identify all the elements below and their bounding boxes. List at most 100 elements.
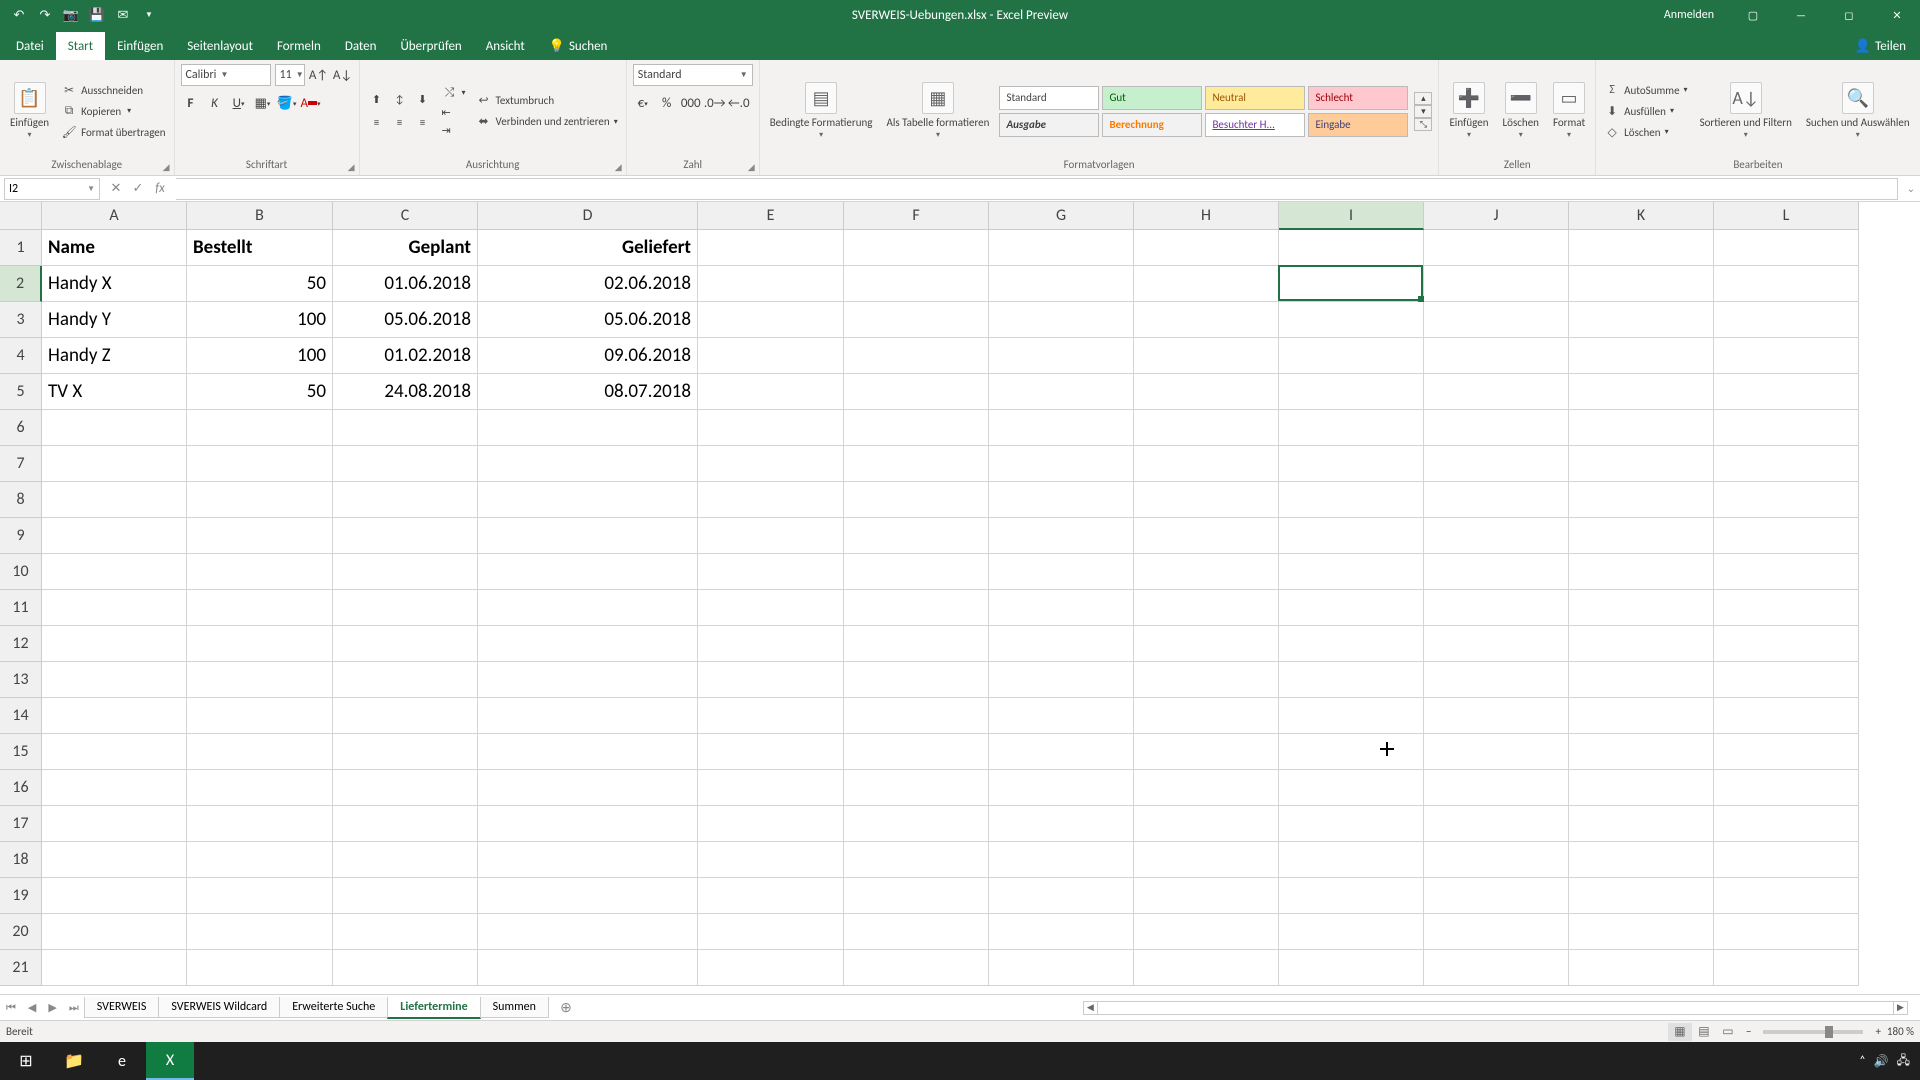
cell-E1[interactable] — [698, 230, 844, 266]
cell-L17[interactable] — [1714, 806, 1859, 842]
col-header-H[interactable]: H — [1134, 202, 1279, 230]
cell-A2[interactable]: Handy X — [42, 266, 187, 302]
cell-J20[interactable] — [1424, 914, 1569, 950]
cell-A1[interactable]: Name — [42, 230, 187, 266]
cell-F16[interactable] — [844, 770, 989, 806]
align-left-icon[interactable]: ≡ — [366, 112, 388, 134]
cell-D20[interactable] — [478, 914, 698, 950]
tab-nav-prev-icon[interactable]: ◀ — [22, 1001, 42, 1014]
cell-E12[interactable] — [698, 626, 844, 662]
font-size-dropdown[interactable]: 11▼ — [275, 64, 305, 86]
cell-G9[interactable] — [989, 518, 1134, 554]
tab-formeln[interactable]: Formeln — [265, 32, 333, 60]
cell-F5[interactable] — [844, 374, 989, 410]
cell-B10[interactable] — [187, 554, 333, 590]
cell-J5[interactable] — [1424, 374, 1569, 410]
cell-A11[interactable] — [42, 590, 187, 626]
cell-D14[interactable] — [478, 698, 698, 734]
cell-G14[interactable] — [989, 698, 1134, 734]
col-header-E[interactable]: E — [698, 202, 844, 230]
cell-D16[interactable] — [478, 770, 698, 806]
file-explorer-icon[interactable]: 📁 — [50, 1042, 98, 1080]
row-header-11[interactable]: 11 — [0, 590, 42, 626]
cell-L1[interactable] — [1714, 230, 1859, 266]
bold-button[interactable]: F — [181, 92, 201, 114]
row-header-12[interactable]: 12 — [0, 626, 42, 662]
cell-F18[interactable] — [844, 842, 989, 878]
cell-B20[interactable] — [187, 914, 333, 950]
cell-H12[interactable] — [1134, 626, 1279, 662]
cell-I16[interactable] — [1279, 770, 1424, 806]
cell-I3[interactable] — [1279, 302, 1424, 338]
tab-seitenlayout[interactable]: Seitenlayout — [175, 32, 265, 60]
cell-F2[interactable] — [844, 266, 989, 302]
tray-network-icon[interactable]: 🖧 — [1897, 1051, 1910, 1072]
quickprint-icon[interactable]: 📷 — [62, 6, 80, 24]
cell-B21[interactable] — [187, 950, 333, 986]
cell-C7[interactable] — [333, 446, 478, 482]
cellstyle-standard[interactable]: Standard — [999, 86, 1099, 110]
cell-K21[interactable] — [1569, 950, 1714, 986]
cell-C11[interactable] — [333, 590, 478, 626]
sheet-tab-liefertermine[interactable]: Liefertermine — [387, 997, 480, 1019]
cell-L21[interactable] — [1714, 950, 1859, 986]
cell-H9[interactable] — [1134, 518, 1279, 554]
cell-C4[interactable]: 01.02.2018 — [333, 338, 478, 374]
cell-D13[interactable] — [478, 662, 698, 698]
find-select-button[interactable]: 🔍Suchen und Auswählen▾ — [1802, 67, 1914, 155]
cell-I11[interactable] — [1279, 590, 1424, 626]
cell-F6[interactable] — [844, 410, 989, 446]
cell-H1[interactable] — [1134, 230, 1279, 266]
cell-L9[interactable] — [1714, 518, 1859, 554]
cell-F9[interactable] — [844, 518, 989, 554]
cell-L11[interactable] — [1714, 590, 1859, 626]
conditional-formatting-button[interactable]: ▤ Bedingte Formatierung▾ — [766, 67, 877, 155]
zoom-level[interactable]: 180 % — [1887, 1025, 1914, 1038]
cellstyle-berechnung[interactable]: Berechnung — [1102, 113, 1202, 137]
cell-B14[interactable] — [187, 698, 333, 734]
insert-cells-button[interactable]: ➕Einfügen▾ — [1445, 67, 1492, 155]
cellstyle-schlecht[interactable]: Schlecht — [1308, 86, 1408, 110]
cell-B7[interactable] — [187, 446, 333, 482]
cell-L12[interactable] — [1714, 626, 1859, 662]
add-sheet-icon[interactable]: ⊕ — [555, 999, 577, 1016]
cell-D12[interactable] — [478, 626, 698, 662]
cell-I17[interactable] — [1279, 806, 1424, 842]
cell-I1[interactable] — [1279, 230, 1424, 266]
cell-E9[interactable] — [698, 518, 844, 554]
cell-B3[interactable]: 100 — [187, 302, 333, 338]
cell-A7[interactable] — [42, 446, 187, 482]
delete-cells-button[interactable]: ➖Löschen▾ — [1499, 67, 1543, 155]
merge-button[interactable]: ⬌Verbinden und zentrieren▾ — [474, 113, 620, 131]
cell-K15[interactable] — [1569, 734, 1714, 770]
cell-G5[interactable] — [989, 374, 1134, 410]
cell-L15[interactable] — [1714, 734, 1859, 770]
col-header-A[interactable]: A — [42, 202, 187, 230]
cell-K14[interactable] — [1569, 698, 1714, 734]
col-header-F[interactable]: F — [844, 202, 989, 230]
cell-J16[interactable] — [1424, 770, 1569, 806]
cell-K12[interactable] — [1569, 626, 1714, 662]
cellstyle-ausgabe[interactable]: Ausgabe — [999, 113, 1099, 137]
cell-C19[interactable] — [333, 878, 478, 914]
maximize-icon[interactable]: ◻ — [1826, 0, 1872, 30]
tab-suchen[interactable]: 💡Suchen — [537, 32, 620, 60]
tab-ansicht[interactable]: Ansicht — [474, 32, 537, 60]
row-header-7[interactable]: 7 — [0, 446, 42, 482]
cell-F19[interactable] — [844, 878, 989, 914]
cell-L14[interactable] — [1714, 698, 1859, 734]
cell-I14[interactable] — [1279, 698, 1424, 734]
cell-H20[interactable] — [1134, 914, 1279, 950]
sheet-tab-summen[interactable]: Summen — [480, 997, 549, 1018]
cell-E10[interactable] — [698, 554, 844, 590]
cell-C5[interactable]: 24.08.2018 — [333, 374, 478, 410]
cell-G16[interactable] — [989, 770, 1134, 806]
align-right-icon[interactable]: ≡ — [412, 112, 434, 134]
cell-H15[interactable] — [1134, 734, 1279, 770]
cell-A12[interactable] — [42, 626, 187, 662]
decrease-indent-icon[interactable]: ⇤ — [440, 105, 468, 120]
cell-B16[interactable] — [187, 770, 333, 806]
paste-button[interactable]: 📋 Einfügen ▾ — [6, 67, 53, 155]
cell-D21[interactable] — [478, 950, 698, 986]
cell-I10[interactable] — [1279, 554, 1424, 590]
